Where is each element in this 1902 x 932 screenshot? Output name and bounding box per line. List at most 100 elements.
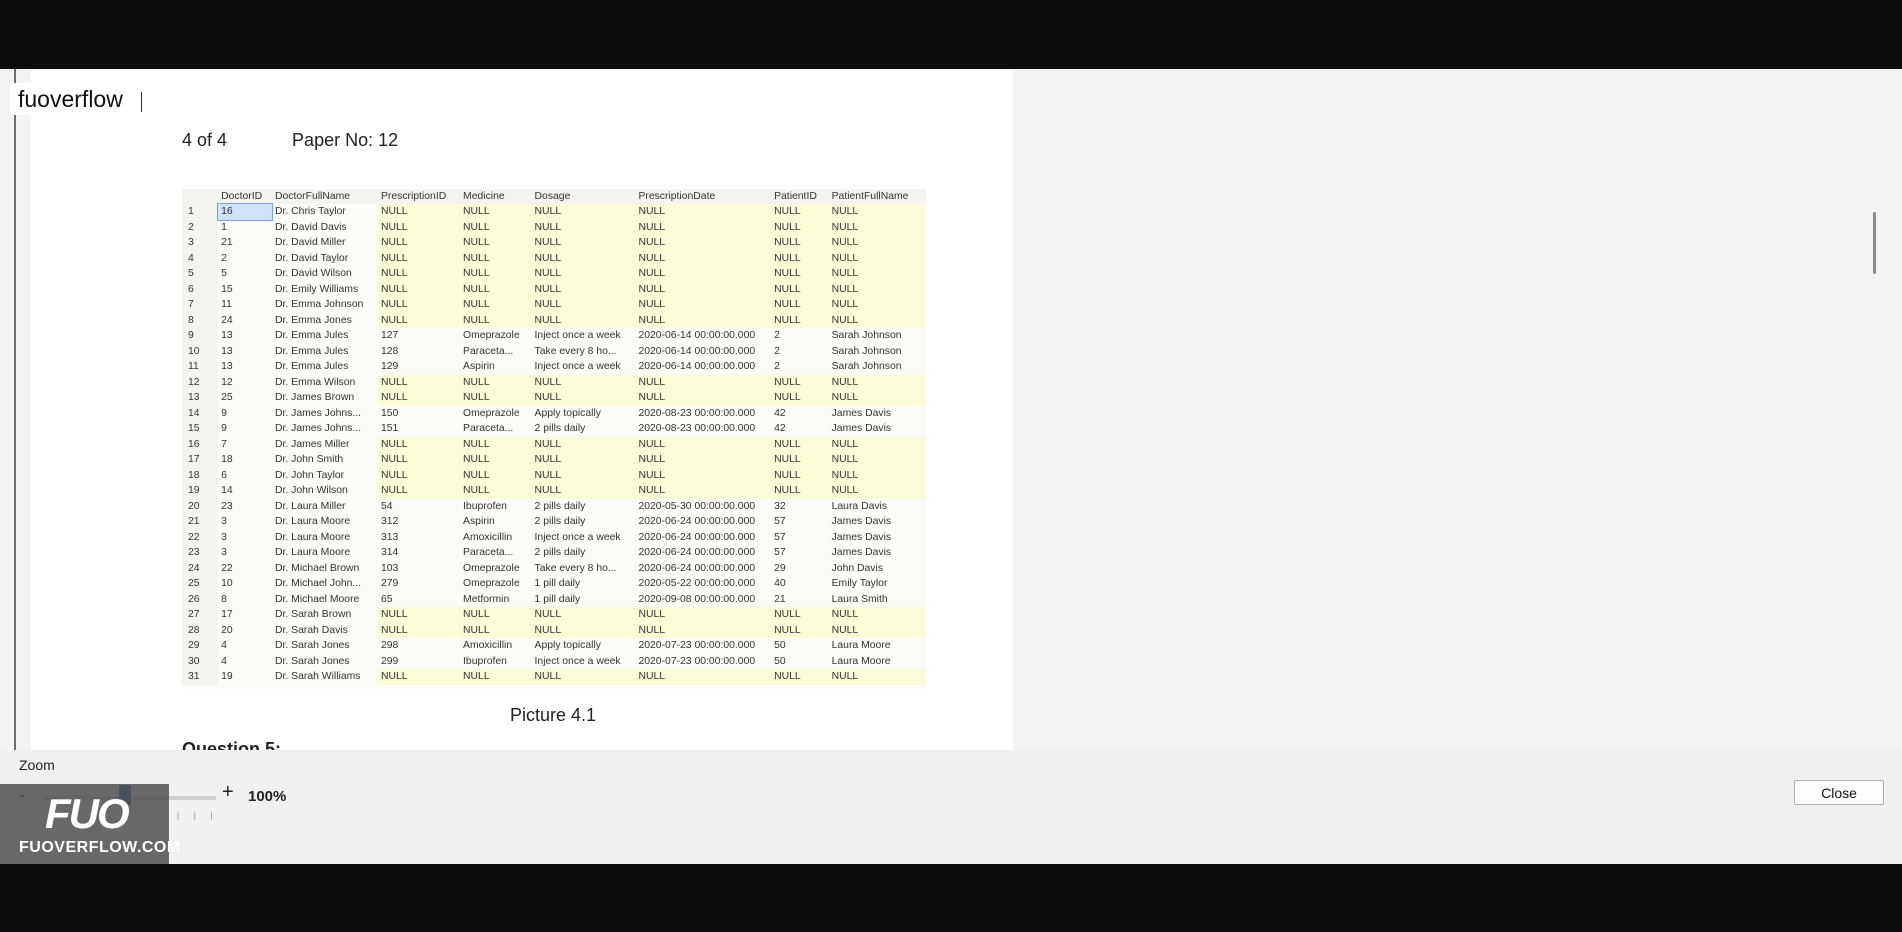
table-cell[interactable]: NULL: [635, 622, 772, 638]
table-cell[interactable]: 9: [218, 406, 272, 422]
table-cell[interactable]: NULL: [531, 204, 636, 220]
table-cell[interactable]: NULL: [460, 219, 532, 235]
table-cell[interactable]: NULL: [460, 297, 532, 313]
table-cell[interactable]: Omeprazole: [460, 328, 532, 344]
table-cell[interactable]: 4: [218, 638, 272, 654]
table-cell[interactable]: Dr. David Wilson: [272, 266, 378, 282]
table-cell[interactable]: James Davis: [829, 545, 926, 561]
table-cell[interactable]: Inject once a week: [532, 359, 636, 375]
table-cell[interactable]: NULL: [635, 312, 772, 328]
table-cell[interactable]: 22: [218, 561, 272, 577]
table-cell[interactable]: 2020-05-30 00:00:00.000: [635, 499, 771, 515]
table-cell[interactable]: NULL: [377, 312, 461, 328]
table-cell[interactable]: Inject once a week: [532, 530, 636, 546]
table-cell[interactable]: Dr. Sarah Jones: [272, 638, 378, 654]
table-cell[interactable]: 57: [771, 530, 829, 546]
table-cell[interactable]: NULL: [377, 204, 461, 220]
table-cell[interactable]: 1: [218, 220, 272, 236]
table-cell[interactable]: NULL: [635, 204, 772, 220]
table-cell[interactable]: Dr. James Brown: [272, 390, 378, 406]
table-cell[interactable]: NULL: [377, 436, 461, 452]
table-cell[interactable]: NULL: [828, 607, 926, 623]
table-cell[interactable]: Laura Smith: [829, 592, 926, 608]
table-cell[interactable]: Dr. David Taylor: [272, 251, 378, 267]
table-cell[interactable]: 6: [218, 468, 272, 484]
table-cell[interactable]: James Davis: [829, 406, 926, 422]
title-field[interactable]: fuoverflow: [10, 83, 154, 115]
table-cell[interactable]: NULL: [635, 390, 772, 406]
table-cell[interactable]: 57: [771, 545, 829, 561]
table-cell[interactable]: NULL: [531, 452, 636, 468]
table-cell[interactable]: NULL: [771, 483, 829, 499]
table-cell[interactable]: Laura Davis: [829, 499, 926, 515]
table-cell[interactable]: James Davis: [829, 530, 926, 546]
table-cell[interactable]: NULL: [828, 297, 926, 313]
table-cell[interactable]: NULL: [377, 452, 461, 468]
zoom-in-button[interactable]: +: [222, 781, 234, 804]
table-cell[interactable]: 25: [218, 390, 272, 406]
table-cell[interactable]: NULL: [531, 390, 636, 406]
table-cell[interactable]: NULL: [635, 467, 772, 483]
table-cell[interactable]: NULL: [377, 467, 461, 483]
table-cell[interactable]: 23: [218, 499, 272, 515]
table-cell[interactable]: 2 pills daily: [532, 514, 636, 530]
table-cell[interactable]: 129: [378, 359, 460, 375]
table-cell[interactable]: Dr. Sarah Williams: [272, 669, 378, 685]
table-cell[interactable]: 3: [218, 545, 272, 561]
table-cell[interactable]: NULL: [635, 607, 772, 623]
table-cell[interactable]: 19: [218, 669, 272, 685]
table-cell[interactable]: 2020-06-14 00:00:00.000: [635, 344, 771, 360]
table-cell[interactable]: NULL: [771, 669, 829, 685]
table-cell[interactable]: 29: [771, 561, 829, 577]
table-cell[interactable]: Laura Moore: [829, 654, 926, 670]
table-cell[interactable]: Dr. James Miller: [272, 437, 378, 453]
table-cell[interactable]: 103: [378, 561, 460, 577]
table-cell[interactable]: NULL: [828, 390, 926, 406]
table-cell[interactable]: NULL: [460, 607, 532, 623]
table-cell[interactable]: NULL: [828, 669, 926, 685]
table-cell[interactable]: NULL: [531, 219, 636, 235]
table-cell[interactable]: NULL: [771, 266, 829, 282]
table-cell[interactable]: NULL: [828, 312, 926, 328]
table-cell[interactable]: NULL: [771, 607, 829, 623]
table-cell[interactable]: 13: [218, 328, 272, 344]
table-cell[interactable]: 2020-06-24 00:00:00.000: [635, 561, 771, 577]
table-cell[interactable]: NULL: [771, 297, 829, 313]
table-cell[interactable]: NULL: [828, 467, 926, 483]
table-cell[interactable]: 2020-06-24 00:00:00.000: [635, 545, 771, 561]
table-cell[interactable]: 21: [771, 592, 829, 608]
table-cell[interactable]: 15: [218, 282, 272, 298]
table-cell[interactable]: NULL: [377, 390, 461, 406]
close-button[interactable]: Close: [1794, 780, 1884, 805]
table-cell[interactable]: 11: [218, 297, 272, 313]
table-cell[interactable]: Paraceta...: [460, 421, 532, 437]
table-cell[interactable]: NULL: [531, 266, 636, 282]
table-cell[interactable]: Dr. Laura Miller: [272, 499, 378, 515]
table-cell[interactable]: Dr. David Davis: [272, 220, 378, 236]
table-cell[interactable]: 8: [218, 592, 272, 608]
table-cell[interactable]: Sarah Johnson: [829, 328, 926, 344]
table-cell[interactable]: 7: [218, 437, 272, 453]
table-cell[interactable]: 2020-07-23 00:00:00.000: [635, 638, 771, 654]
table-cell[interactable]: Dr. David Miller: [272, 235, 378, 251]
table-cell[interactable]: 20: [218, 623, 272, 639]
table-cell[interactable]: 279: [378, 576, 460, 592]
table-cell[interactable]: Take every 8 ho...: [532, 561, 636, 577]
table-cell[interactable]: NULL: [828, 622, 926, 638]
table-cell[interactable]: NULL: [531, 669, 636, 685]
table-cell[interactable]: Ibuprofen: [460, 499, 532, 515]
table-cell[interactable]: 1 pill daily: [532, 592, 636, 608]
table-cell[interactable]: Apply topically: [532, 638, 636, 654]
table-cell[interactable]: 16: [217, 203, 274, 221]
table-cell[interactable]: NULL: [771, 250, 829, 266]
table-cell[interactable]: NULL: [460, 266, 532, 282]
table-cell[interactable]: Dr. James Johns...: [272, 421, 378, 437]
vertical-scrollbar[interactable]: [1870, 69, 1886, 750]
table-cell[interactable]: Amoxicillin: [460, 638, 532, 654]
table-cell[interactable]: NULL: [460, 622, 532, 638]
table-cell[interactable]: Omeprazole: [460, 576, 532, 592]
table-cell[interactable]: NULL: [377, 297, 461, 313]
table-cell[interactable]: Dr. Sarah Davis: [272, 623, 378, 639]
table-cell[interactable]: John Davis: [829, 561, 926, 577]
table-cell[interactable]: NULL: [771, 622, 829, 638]
